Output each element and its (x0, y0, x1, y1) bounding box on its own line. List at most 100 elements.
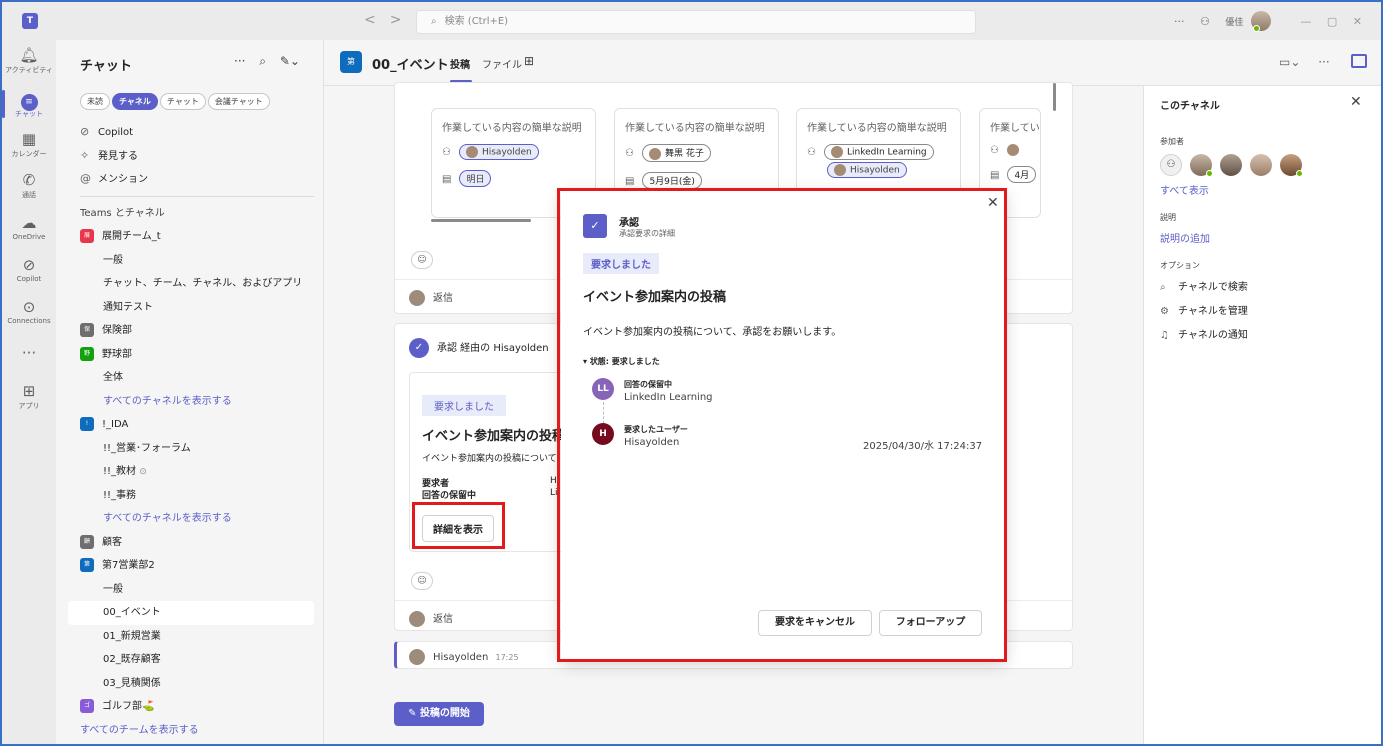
team-tenkai[interactable]: 展展開チーム_t (68, 225, 314, 249)
presence-available-icon (1206, 170, 1213, 177)
bell-icon: 🔔︎ (19, 46, 39, 64)
emoji-add-icon: ☺ (417, 255, 427, 265)
calendar-icon: ▤ (625, 175, 635, 187)
reply-button[interactable]: 返信 (409, 289, 453, 306)
search-input[interactable]: ⌕ 検索 (Ctrl+E) (416, 10, 976, 34)
due-date-chip[interactable]: 4月 (1007, 166, 1037, 183)
admin-icon[interactable]: ⚇ (1200, 15, 1210, 28)
channel-item[interactable]: 全体 (68, 366, 314, 390)
rail-chat[interactable]: ≡ チャット (2, 90, 56, 119)
participant-avatar[interactable] (1280, 154, 1303, 177)
team-kokyaku[interactable]: 顧顧客 (68, 531, 314, 555)
channel-item[interactable]: 通知テスト (68, 296, 314, 320)
back-arrow-icon[interactable]: < (364, 12, 376, 28)
team-ida[interactable]: ! !_IDA (68, 413, 314, 437)
sidebar-item-copilot[interactable]: ⊘ Copilot (68, 120, 314, 144)
approval-title: イベント参加案内の投稿 (422, 429, 566, 444)
tab-posts[interactable]: 投稿 (450, 56, 470, 71)
rail-more[interactable]: ··· (2, 344, 56, 362)
channel-item-selected[interactable]: 00_イベント (68, 601, 314, 625)
more-options-icon[interactable]: ··· (1174, 15, 1185, 28)
calendar-icon: ▤ (990, 170, 1000, 181)
add-description-link[interactable]: 説明の追加 (1160, 230, 1210, 245)
due-date-chip[interactable]: 5月9日(金) (642, 171, 702, 189)
side-panel-toggle-icon[interactable] (1351, 54, 1367, 68)
participant-avatar[interactable] (1250, 154, 1272, 176)
avatar (465, 146, 478, 158)
private-channel-icon: ⊙ (139, 467, 147, 477)
panel-title: このチャネル (1160, 101, 1220, 112)
participant-avatar[interactable] (1190, 154, 1213, 177)
channel-item[interactable]: チャット、チーム、チャネル、およびアプリ (68, 272, 314, 296)
channel-item[interactable]: !!_教材 ⊙ (68, 460, 314, 484)
manage-channel-option[interactable]: ⚙ チャネルを管理 (1160, 302, 1248, 317)
sidebar-item-discover[interactable]: ✧ 発見する (68, 144, 314, 168)
rail-calendar[interactable]: ▦ カレンダー (2, 130, 56, 159)
sidebar-item-mentions[interactable]: @ メンション (68, 167, 314, 191)
due-date-chip[interactable]: 明日 (459, 170, 492, 187)
person-icon: ⚇ (990, 145, 999, 156)
new-chat-icon[interactable]: ✎⌄ (280, 54, 300, 68)
team-yakyu[interactable]: 野野球部 (68, 343, 314, 367)
rail-apps[interactable]: ⊞ アプリ (2, 382, 56, 411)
start-post-button[interactable]: ✎ 投稿の開始 (394, 702, 484, 726)
team-avatar: ! (80, 417, 94, 431)
rail-copilot[interactable]: ⊘ Copilot (2, 256, 56, 283)
more-options-icon[interactable]: ··· (234, 54, 245, 68)
reaction-button[interactable]: ☺ (411, 572, 433, 590)
reply-button[interactable]: 返信 (409, 610, 453, 627)
bell-icon: ♫ (1160, 330, 1169, 341)
rail-onedrive[interactable]: ☁ OneDrive (2, 214, 56, 241)
show-all-participants-link[interactable]: すべて表示 (1160, 182, 1209, 197)
rail-connections[interactable]: ⊙ Connections (2, 298, 56, 325)
channel-item[interactable]: 01_新規営業 (68, 625, 314, 649)
show-all-teams-link[interactable]: すべてのチームを表示する (68, 719, 314, 743)
avatar (409, 290, 425, 306)
filter-meeting-chats[interactable]: 会議チャット (207, 93, 270, 110)
minimize-icon[interactable]: — (1300, 15, 1311, 28)
rail-activity[interactable]: 🔔︎ アクティビティ (2, 46, 56, 75)
channel-item[interactable]: 03_見積関係 (68, 672, 314, 696)
add-tab-icon[interactable]: ⊞ (524, 54, 534, 68)
show-all-channels-link[interactable]: すべてのチャネルを表示する (68, 390, 314, 414)
search-icon[interactable]: ⌕ (259, 54, 266, 68)
filter-chats[interactable]: チャット (159, 93, 206, 110)
assignee-chip[interactable]: Hisayolden (458, 144, 539, 160)
more-options-icon[interactable]: ··· (1318, 55, 1329, 69)
video-call-icon[interactable]: ▭⌄ (1279, 55, 1300, 69)
tab-files[interactable]: ファイル (482, 56, 522, 71)
channel-item[interactable]: 一般 (68, 249, 314, 273)
assignee-chip[interactable]: Hisayolden (827, 162, 907, 178)
phone-icon: ✆ (22, 171, 36, 189)
close-window-icon[interactable]: ✕ (1353, 15, 1362, 28)
team-eigyo7[interactable]: 第第7営業部2 (68, 554, 314, 578)
channel-item[interactable]: !!_事務 (68, 484, 314, 508)
channel-item[interactable]: !!_営業･フォーラム (68, 437, 314, 461)
avatar (648, 147, 661, 160)
team-hoken[interactable]: 保保険部 (68, 319, 314, 343)
forward-arrow-icon[interactable]: > (390, 12, 402, 28)
filter-unread[interactable]: 未読 (80, 93, 110, 110)
user-avatar[interactable] (1250, 11, 1271, 32)
team-golf[interactable]: ゴゴルフ部⛳ (68, 695, 314, 719)
channel-item[interactable]: 02_既存顧客 (68, 648, 314, 672)
filter-channels[interactable]: チャネル (112, 93, 158, 110)
vertical-scrollbar[interactable] (1053, 83, 1056, 111)
assignee-chip[interactable]: 舞黒 花子 (641, 144, 711, 162)
approval-app-icon: ✓ (409, 338, 429, 358)
add-participant-icon[interactable]: ⚇ (1160, 154, 1182, 176)
assignee-chip[interactable]: LinkedIn Learning (823, 144, 934, 160)
reaction-button[interactable]: ☺ (411, 251, 433, 269)
show-all-channels-link[interactable]: すべてのチャネルを表示する (68, 507, 314, 531)
rail-calls[interactable]: ✆ 通話 (2, 171, 56, 200)
search-channel-option[interactable]: ⌕ チャネルで検索 (1160, 278, 1248, 293)
close-icon[interactable]: ✕ (1350, 94, 1362, 110)
participants-label: 参加者 (1160, 137, 1184, 146)
channel-item[interactable]: 一般 (68, 578, 314, 602)
maximize-icon[interactable]: ▢ (1327, 15, 1337, 28)
horizontal-scrollbar[interactable] (431, 219, 531, 222)
channel-notifications-option[interactable]: ♫ チャネルの通知 (1160, 326, 1248, 341)
highlight-box (557, 188, 1007, 662)
title-bar: T < > ⌕ 検索 (Ctrl+E) ··· ⚇ 優佳 — ▢ ✕ (2, 2, 1381, 40)
participant-avatar[interactable] (1220, 154, 1242, 176)
